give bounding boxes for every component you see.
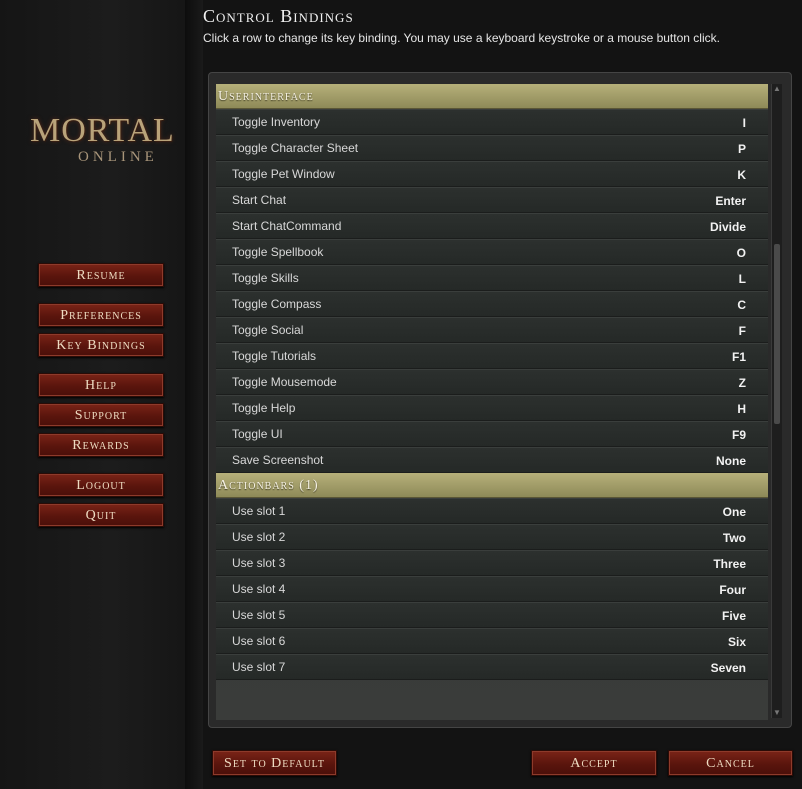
binding-key: P: [737, 142, 746, 156]
support-button[interactable]: Support: [38, 403, 164, 427]
binding-action: Use slot 2: [232, 530, 286, 544]
page-subtitle: Click a row to change its key binding. Y…: [203, 31, 720, 45]
scrollbar[interactable]: ▲ ▼: [771, 84, 782, 718]
binding-action: Use slot 6: [232, 634, 286, 648]
binding-row[interactable]: Toggle Spellbook O: [216, 239, 768, 265]
binding-key: Six: [727, 635, 746, 649]
binding-key: L: [738, 272, 746, 286]
logo-mortal: MORTAL: [30, 112, 175, 149]
binding-action: Save Screenshot: [232, 453, 324, 467]
binding-row[interactable]: Toggle Skills L: [216, 265, 768, 291]
binding-key: F1: [731, 350, 746, 364]
binding-row[interactable]: Use slot 4 Four: [216, 576, 768, 602]
panel-divider: [185, 0, 203, 789]
binding-key: O: [736, 246, 746, 260]
binding-action: Use slot 7: [232, 660, 286, 674]
binding-row[interactable]: Toggle Mousemode Z: [216, 369, 768, 395]
binding-key: C: [737, 298, 746, 312]
binding-key: None: [716, 454, 746, 468]
binding-action: Start ChatCommand: [232, 219, 342, 233]
binding-row[interactable]: Use slot 3 Three: [216, 550, 768, 576]
help-button[interactable]: Help: [38, 373, 164, 397]
binding-row[interactable]: Start Chat Enter: [216, 187, 768, 213]
binding-action: Toggle Character Sheet: [232, 141, 359, 155]
binding-key: Four: [719, 583, 746, 597]
binding-row[interactable]: Toggle Tutorials F1: [216, 343, 768, 369]
binding-key: Three: [713, 557, 746, 571]
binding-action: Toggle Tutorials: [232, 349, 317, 363]
arrow-down-icon[interactable]: ▼: [772, 708, 782, 718]
section-header: Actionbars (1): [216, 473, 768, 498]
binding-action: Toggle Pet Window: [232, 167, 335, 181]
binding-row[interactable]: Toggle Pet Window K: [216, 161, 768, 187]
bindings-list[interactable]: Userinterface Toggle Inventory I Toggle Cha…: [216, 84, 768, 720]
binding-row[interactable]: Use slot 1 One: [216, 498, 768, 524]
binding-action: Toggle Compass: [232, 297, 322, 311]
binding-row[interactable]: Use slot 5 Five: [216, 602, 768, 628]
binding-key: Seven: [710, 661, 746, 675]
accept-button[interactable]: Accept: [531, 750, 657, 776]
binding-action: Toggle Inventory: [232, 115, 321, 129]
binding-action: Toggle Social: [232, 323, 304, 337]
binding-key: Z: [738, 376, 746, 390]
binding-key: Five: [721, 609, 746, 623]
binding-row[interactable]: Use slot 2 Two: [216, 524, 768, 550]
binding-key: H: [737, 402, 746, 416]
binding-key: Divide: [709, 220, 746, 234]
game-logo: MORTAL ONLINE: [30, 112, 175, 172]
set-to-default-button[interactable]: Set to Default: [212, 750, 337, 776]
binding-row[interactable]: Save Screenshot None: [216, 447, 768, 473]
binding-row[interactable]: Toggle Character Sheet P: [216, 135, 768, 161]
binding-row[interactable]: Use slot 7 Seven: [216, 654, 768, 680]
binding-action: Use slot 3: [232, 556, 286, 570]
binding-action: Toggle Mousemode: [232, 375, 337, 389]
binding-action: Use slot 4: [232, 582, 286, 596]
binding-action: Toggle Spellbook: [232, 245, 324, 259]
binding-action: Toggle Help: [232, 401, 296, 415]
binding-action: Start Chat: [232, 193, 287, 207]
preferences-button[interactable]: Preferences: [38, 303, 164, 327]
binding-row[interactable]: Toggle Help H: [216, 395, 768, 421]
binding-action: Use slot 1: [232, 504, 286, 518]
binding-key: One: [722, 505, 746, 519]
binding-row[interactable]: Toggle Social F: [216, 317, 768, 343]
scrollbar-thumb[interactable]: [774, 244, 780, 424]
arrow-up-icon[interactable]: ▲: [772, 84, 782, 94]
binding-action: Toggle UI: [232, 427, 283, 441]
binding-action: Use slot 5: [232, 608, 286, 622]
binding-key: F9: [731, 428, 746, 442]
binding-row[interactable]: Toggle Inventory I: [216, 109, 768, 135]
binding-action: Toggle Skills: [232, 271, 299, 285]
binding-key: Two: [722, 531, 746, 545]
binding-row[interactable]: Use slot 6 Six: [216, 628, 768, 654]
binding-key: Enter: [715, 194, 746, 208]
binding-key: I: [742, 116, 746, 130]
resume-button[interactable]: Resume: [38, 263, 164, 287]
section-header: Userinterface: [216, 84, 768, 109]
rewards-button[interactable]: Rewards: [38, 433, 164, 457]
binding-key: K: [737, 168, 746, 182]
binding-row[interactable]: Toggle Compass C: [216, 291, 768, 317]
quit-button[interactable]: Quit: [38, 503, 164, 527]
binding-row[interactable]: Start ChatCommand Divide: [216, 213, 768, 239]
logout-button[interactable]: Logout: [38, 473, 164, 497]
page-title: Control Bindings: [203, 6, 354, 26]
binding-key: F: [738, 324, 746, 338]
key-bindings-button[interactable]: Key Bindings: [38, 333, 164, 357]
binding-row[interactable]: Toggle UI F9: [216, 421, 768, 447]
logo-online: ONLINE: [78, 149, 158, 165]
cancel-button[interactable]: Cancel: [668, 750, 793, 776]
